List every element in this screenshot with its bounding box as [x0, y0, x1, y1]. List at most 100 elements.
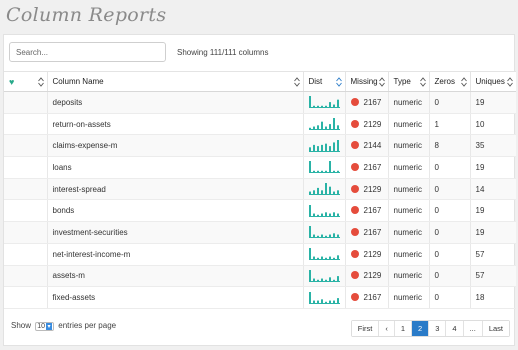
dist-cell — [303, 265, 346, 288]
sort-icon[interactable] — [37, 77, 44, 87]
table-row[interactable]: loans 2167 numeric 0 19 — [4, 156, 516, 179]
dist-bar — [316, 236, 319, 238]
dist-bar — [316, 171, 319, 173]
page-button[interactable]: 3 — [429, 321, 447, 336]
missing-indicator-icon — [350, 249, 359, 258]
dist-baseline — [308, 237, 340, 239]
favorite-cell[interactable] — [4, 243, 48, 266]
header-zeros[interactable]: Zeros — [429, 71, 471, 92]
table-row[interactable]: interest-spread 2129 numeric 0 14 — [4, 178, 516, 201]
table-row[interactable]: bonds 2167 numeric 0 19 — [4, 199, 516, 223]
dist-bar — [328, 161, 331, 173]
entries-label: entries per page — [58, 321, 117, 330]
dist-bar — [328, 124, 331, 130]
table-row[interactable]: claims-expense-m 2144 numeric 8 35 — [4, 134, 516, 158]
dist-bar — [320, 298, 323, 303]
favorite-cell[interactable] — [4, 91, 48, 114]
favorite-cell[interactable] — [4, 113, 48, 136]
dist-bar — [328, 145, 331, 151]
dist-baseline — [308, 280, 340, 282]
header-uniques[interactable]: Uniques — [470, 71, 516, 92]
dist-bar — [312, 171, 315, 173]
show-label: Show — [11, 321, 32, 330]
dist-bar — [332, 191, 335, 195]
page-first-button[interactable]: First — [351, 321, 380, 336]
dist-bar — [316, 279, 319, 281]
page-button[interactable]: 4 — [446, 321, 464, 336]
dist-bar — [320, 213, 323, 216]
dist-bar — [336, 275, 339, 281]
dist-bar — [332, 171, 335, 173]
table-row[interactable]: net-interest-income-m 2129 numeric 0 57 — [4, 243, 516, 266]
table-row[interactable]: return-on-assets 2129 numeric 1 10 — [4, 113, 516, 136]
dist-bar — [316, 300, 319, 303]
dist-bar — [336, 190, 339, 195]
sort-icon[interactable] — [460, 77, 467, 87]
sort-icon[interactable] — [335, 77, 342, 87]
favorite-cell[interactable] — [4, 199, 48, 223]
dist-bar — [336, 297, 339, 303]
type-cell: numeric — [388, 113, 430, 136]
dist-bar — [332, 104, 335, 108]
page-prev-button[interactable]: ‹ — [379, 321, 395, 336]
sort-icon[interactable] — [507, 77, 513, 87]
sort-icon[interactable] — [378, 77, 385, 87]
distribution-sparkline — [308, 269, 340, 282]
uniques-cell: 10 — [470, 113, 516, 136]
favorite-cell[interactable] — [4, 265, 48, 288]
dist-baseline — [308, 215, 340, 217]
dist-bar — [308, 204, 311, 216]
favorite-cell[interactable] — [4, 221, 48, 244]
dist-bar — [320, 278, 323, 281]
favorite-cell[interactable] — [4, 286, 48, 309]
dist-bar — [312, 213, 315, 216]
missing-cell: 2167 — [345, 91, 389, 114]
dist-bar — [324, 143, 327, 151]
missing-indicator-icon — [350, 293, 359, 302]
dist-bar — [328, 300, 331, 303]
dist-cell — [303, 243, 346, 266]
page-button-current[interactable]: 2 — [412, 321, 430, 336]
favorite-cell[interactable] — [4, 178, 48, 201]
dist-baseline — [308, 129, 340, 131]
uniques-cell: 57 — [470, 243, 516, 266]
favorite-cell[interactable] — [4, 134, 48, 158]
dist-bar — [312, 144, 315, 151]
dist-bar — [308, 161, 311, 173]
sort-icon[interactable] — [293, 77, 300, 87]
uniques-cell: 19 — [470, 156, 516, 179]
favorite-cell[interactable] — [4, 156, 48, 179]
table-header: ♥ Column Name Dist Missing Type Zeros Un… — [4, 71, 516, 92]
header-dist[interactable]: Dist — [303, 71, 346, 92]
missing-value: 2129 — [363, 271, 382, 281]
table-row[interactable]: fixed-assets 2167 numeric 0 18 — [4, 286, 516, 309]
uniques-cell: 57 — [470, 265, 516, 288]
missing-value: 2129 — [363, 119, 382, 129]
entries-select[interactable]: 10 ▾ — [35, 322, 55, 331]
dist-cell — [303, 178, 346, 201]
dist-bar — [308, 147, 311, 151]
header-column-name[interactable]: Column Name — [47, 71, 304, 92]
dist-bar — [324, 106, 327, 108]
dist-bar — [336, 171, 339, 173]
dist-bar — [328, 256, 331, 260]
missing-cell: 2167 — [345, 221, 389, 244]
missing-indicator-icon — [350, 206, 359, 215]
header-missing[interactable]: Missing — [345, 71, 389, 92]
table-row[interactable]: assets-m 2129 numeric 0 57 — [4, 265, 516, 288]
page-last-button[interactable]: Last — [482, 321, 509, 336]
dist-bar — [312, 106, 315, 108]
dist-bar — [336, 235, 339, 238]
uniques-cell: 19 — [470, 199, 516, 223]
header-favorite[interactable]: ♥ — [4, 71, 48, 92]
table-row[interactable]: investment-securities 2167 numeric 0 19 — [4, 221, 516, 244]
header-label: Column Name — [52, 77, 104, 86]
table-row[interactable]: deposits 2167 numeric 0 19 — [4, 91, 516, 114]
sort-icon[interactable] — [419, 77, 426, 87]
header-label: Dist — [308, 77, 323, 86]
zeros-cell: 8 — [429, 134, 471, 158]
search-input[interactable] — [9, 42, 166, 62]
page-button[interactable]: 1 — [394, 321, 413, 336]
header-type[interactable]: Type — [388, 71, 430, 92]
column-name-cell: bonds — [47, 199, 304, 223]
